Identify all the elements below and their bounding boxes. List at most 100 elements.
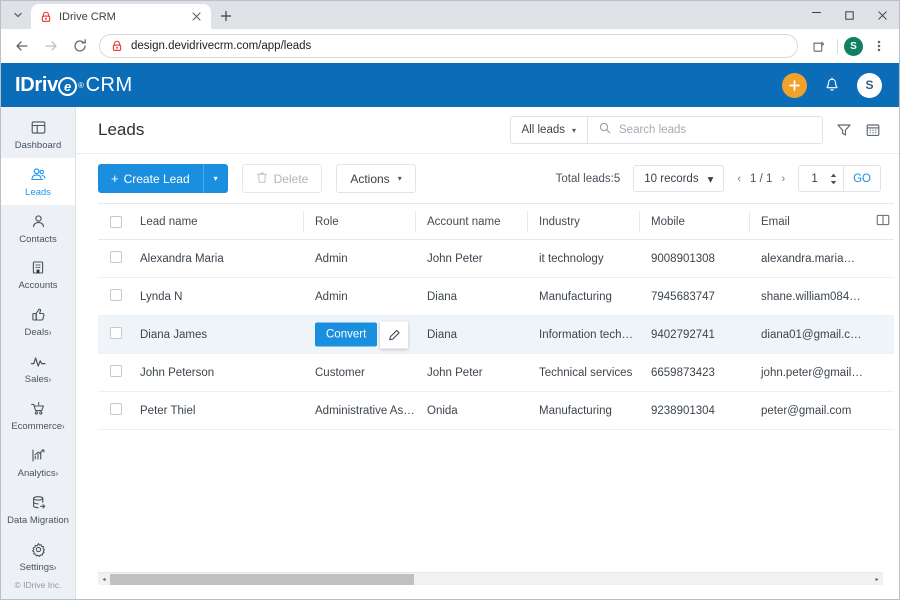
idrive-crm-logo[interactable]: IDriv e ® CRM (15, 74, 133, 97)
convert-lead-button[interactable]: Convert (315, 322, 378, 347)
scrollbar-thumb[interactable] (110, 573, 415, 585)
goto-page-input[interactable] (799, 166, 831, 191)
sidebar-item-sales[interactable]: Sales› (1, 346, 75, 393)
column-header-industry[interactable]: Industry (527, 203, 639, 240)
tab-title: IDrive CRM (59, 10, 116, 23)
address-bar[interactable]: design.devidrivecrm.com/app/leads (99, 34, 798, 58)
row-select-cell (98, 315, 128, 354)
next-page-button[interactable]: › (781, 173, 785, 185)
row-checkbox[interactable] (110, 251, 122, 263)
sidebar-item-accounts[interactable]: Accounts (1, 252, 75, 299)
table-row[interactable]: Peter Thiel Administrative Assist... Oni… (98, 391, 894, 430)
search-input[interactable] (619, 124, 811, 136)
goto-page-stepper[interactable] (830, 173, 843, 185)
total-leads-label: Total leads: (555, 172, 614, 185)
sidebar-item-analytics[interactable]: Analytics› (1, 439, 75, 486)
sidebar-item-label: Analytics (17, 468, 56, 480)
browser-tab[interactable]: IDrive CRM (31, 4, 211, 29)
funnel-filter-icon[interactable] (836, 122, 852, 138)
records-per-page-dropdown[interactable]: 10 records ▾ (633, 165, 725, 192)
sidebar-item-deals[interactable]: Deals› (1, 299, 75, 346)
cell-mobile: 7945683747 (639, 277, 749, 316)
calendar-icon[interactable] (865, 122, 881, 138)
sidebar-item-leads[interactable]: Leads (1, 157, 75, 205)
select-all-checkbox[interactable] (110, 215, 122, 228)
create-lead-button[interactable]: + Create Lead (98, 164, 203, 193)
cell-lead-name: Alexandra Maria (128, 239, 303, 278)
row-checkbox[interactable] (110, 289, 122, 301)
horizontal-scrollbar[interactable]: ◂ ▸ (98, 572, 883, 585)
records-per-page-label: 10 records (644, 172, 699, 185)
row-checkbox[interactable] (110, 327, 122, 339)
analytics-chart-icon (31, 447, 46, 464)
column-header-role[interactable]: Role (303, 203, 415, 240)
share-save-icon[interactable] (805, 33, 831, 59)
search-icon (599, 121, 611, 139)
sidebar-item-label: Dashboard (14, 139, 62, 151)
scrollbar-track[interactable] (110, 573, 871, 586)
row-checkbox[interactable] (110, 403, 122, 415)
cell-mobile: 9238901304 (639, 391, 749, 430)
cell-lead-name: Diana James (128, 315, 303, 354)
row-hover-actions: Convert (315, 321, 409, 348)
table-row[interactable]: Lynda N Admin Diana Manufacturing 794568… (98, 277, 894, 316)
row-select-cell (98, 391, 128, 430)
table-row[interactable]: Alexandra Maria Admin John Peter it tech… (98, 239, 894, 278)
cell-spacer (864, 315, 894, 354)
maximize-icon[interactable] (833, 1, 866, 29)
column-header-email[interactable]: Email (749, 203, 864, 240)
scroll-left-arrow-icon[interactable]: ◂ (98, 576, 110, 583)
browser-tabstrip: IDrive CRM (1, 1, 899, 29)
sidebar-item-label: Accounts (18, 280, 58, 292)
address-bar-url: design.devidrivecrm.com/app/leads (131, 40, 312, 52)
table-row[interactable]: John Peterson Customer John Peter Techni… (98, 353, 894, 392)
idrive-lock-icon (110, 40, 123, 53)
close-icon[interactable] (189, 10, 203, 24)
three-dots-icon[interactable] (866, 33, 892, 59)
user-avatar[interactable]: S (857, 72, 882, 98)
cell-role: Convert (303, 315, 415, 354)
column-chooser-header (864, 203, 894, 240)
row-select-cell (98, 353, 128, 392)
leads-table-container: Lead name Role Account name Industry Mob… (76, 203, 899, 572)
back-arrow-icon[interactable] (8, 32, 36, 60)
browser-toolbar: design.devidrivecrm.com/app/leads S (1, 29, 899, 63)
close-icon[interactable] (866, 1, 899, 29)
sidebar-item-contacts[interactable]: Contacts (1, 205, 75, 252)
sidebar-item-ecommerce[interactable]: Ecommerce› (1, 392, 75, 439)
row-checkbox[interactable] (110, 365, 122, 377)
sidebar-item-label: Data Migration (7, 514, 69, 526)
prev-page-button[interactable]: ‹ (737, 173, 741, 185)
add-new-button[interactable] (782, 72, 807, 98)
bell-icon[interactable] (824, 76, 840, 94)
search-box[interactable] (588, 117, 822, 143)
sidebar-item-label: Contacts (19, 233, 57, 245)
sidebar-item-label: Leads (25, 186, 51, 198)
browser-profile-avatar[interactable]: S (844, 36, 863, 56)
reload-icon[interactable] (66, 32, 94, 60)
brand-text-idriv: IDriv (15, 73, 58, 96)
column-header-mobile[interactable]: Mobile (639, 203, 749, 240)
new-tab-button[interactable] (213, 4, 239, 28)
pagination-controls: Total leads:5 10 records ▾ ‹ 1 / 1 › 1 G… (556, 165, 881, 192)
view-filter-dropdown[interactable]: All leads ▾ (510, 117, 588, 143)
column-header-lead-name[interactable]: Lead name (128, 203, 303, 240)
view-filter-label: All leads (521, 124, 565, 136)
cell-role: Admin (303, 277, 415, 316)
sidebar-item-settings[interactable]: Settings› (1, 533, 75, 580)
sidebar-item-dashboard[interactable]: Dashboard (1, 111, 75, 158)
table-row[interactable]: Diana James Convert Diana Information te… (98, 315, 894, 354)
create-lead-dropdown-button[interactable]: ▾ (202, 164, 228, 193)
go-button[interactable]: GO (843, 166, 880, 191)
minimize-icon[interactable] (800, 1, 833, 29)
chevron-down-icon: ▾ (397, 174, 402, 183)
scroll-right-arrow-icon[interactable]: ▸ (871, 576, 883, 583)
table-header-row: Lead name Role Account name Industry Mob… (98, 203, 894, 240)
actions-dropdown[interactable]: Actions ▾ (336, 164, 416, 193)
tab-list-button[interactable] (5, 4, 31, 26)
sidebar-item-data-migration[interactable]: Data Migration (1, 486, 75, 533)
column-header-account-name[interactable]: Account name (415, 203, 527, 240)
cell-account-name: John Peter (415, 239, 527, 278)
column-chooser-icon[interactable] (876, 213, 890, 230)
pencil-edit-icon[interactable] (380, 321, 409, 348)
